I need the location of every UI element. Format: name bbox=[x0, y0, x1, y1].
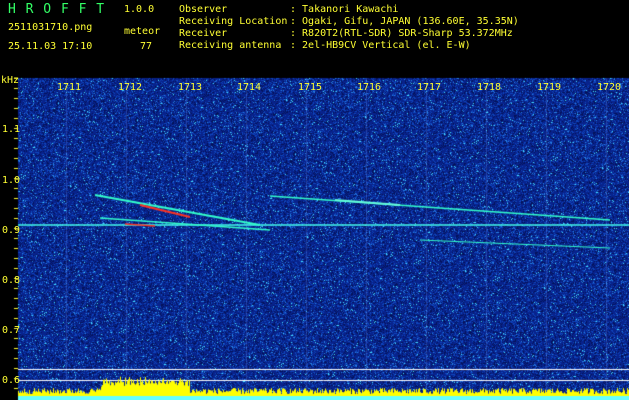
app-name: H R O F F T bbox=[8, 2, 106, 17]
date-time: 25.11.03 17:10 bbox=[8, 41, 93, 52]
x-tick-label: 1712 bbox=[118, 82, 143, 93]
x-tick-label: 1719 bbox=[537, 82, 562, 93]
y-tick-label: 0.6 bbox=[2, 375, 21, 386]
y-tick-label: 0.7 bbox=[2, 325, 21, 336]
x-tick-label: 1713 bbox=[178, 82, 203, 93]
y-tick-label: 0.8 bbox=[2, 275, 21, 286]
detection-label: meteor bbox=[124, 26, 161, 37]
location-value: : Ogaki, Gifu, JAPAN (136.60E, 35.35N) bbox=[290, 16, 519, 27]
x-tick-label: 1711 bbox=[57, 82, 82, 93]
detection-count: 77 bbox=[140, 41, 153, 52]
app-version: 1.0.0 bbox=[124, 4, 155, 15]
y-tick-label: 1.0 bbox=[2, 175, 21, 186]
y-tick-label: 0.9 bbox=[2, 225, 21, 236]
y-axis-unit: kHz bbox=[1, 75, 20, 86]
hrofft-window: H R O F F T 1.0.0 2511031710.png 25.11.0… bbox=[0, 0, 629, 400]
x-tick-label: 1717 bbox=[417, 82, 442, 93]
antenna-value: : 2el-HB9CV Vertical (el. E-W) bbox=[290, 40, 471, 51]
y-tick-label: 1.1 bbox=[2, 124, 21, 135]
x-tick-label: 1716 bbox=[357, 82, 382, 93]
spectrogram-canvas bbox=[0, 0, 629, 400]
receiver-value: : R820T2(RTL-SDR) SDR-Sharp 53.372MHz bbox=[290, 28, 513, 39]
x-tick-label: 1715 bbox=[298, 82, 323, 93]
x-tick-label: 1718 bbox=[477, 82, 502, 93]
x-tick-label: 1720 bbox=[597, 82, 622, 93]
x-tick-label: 1714 bbox=[237, 82, 262, 93]
observer-label: Observer bbox=[179, 4, 228, 15]
receiver-label: Receiver bbox=[179, 28, 228, 39]
observer-value: : Takanori Kawachi bbox=[290, 4, 399, 15]
file-name: 2511031710.png bbox=[8, 22, 93, 33]
antenna-label: Receiving antenna bbox=[179, 40, 282, 51]
location-label: Receiving Location bbox=[179, 16, 288, 27]
